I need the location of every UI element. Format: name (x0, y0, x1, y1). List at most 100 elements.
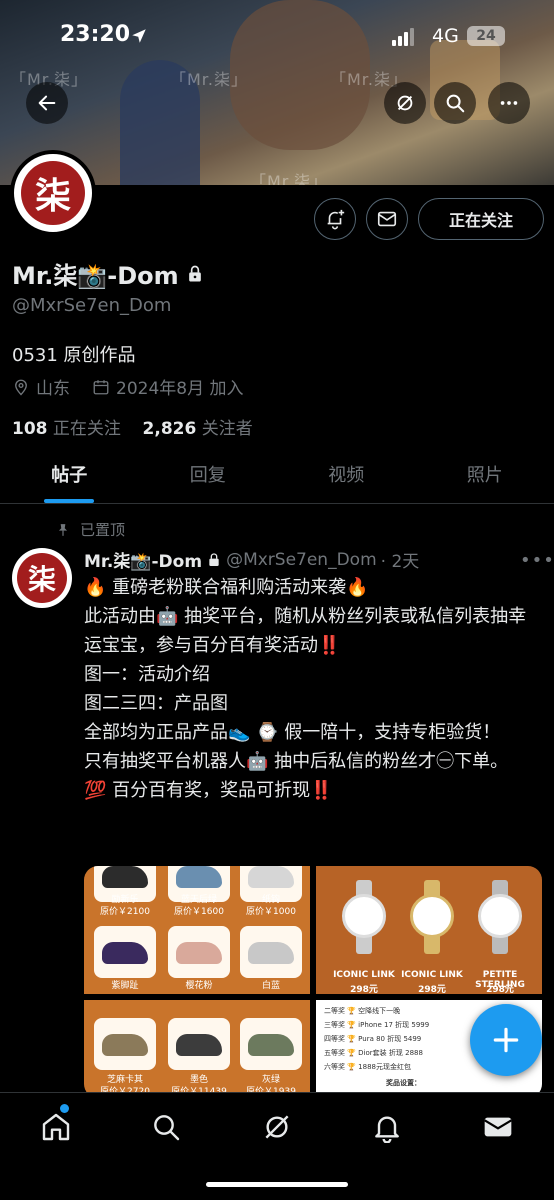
watch-price: 298元 (350, 985, 378, 995)
post-author-name[interactable]: Mr.柒📸-Dom (84, 547, 202, 572)
following-button[interactable]: 正在关注 (418, 198, 544, 240)
shoe-image (168, 1018, 230, 1070)
profile-joined: 2024年8月 加入 (116, 379, 244, 399)
media-image-watches[interactable]: ICONIC LINK ICONIC LINK PETITE STERLING … (316, 866, 542, 995)
status-time: 23:20 (60, 22, 131, 47)
message-button[interactable] (366, 198, 408, 240)
nav-search[interactable] (150, 1111, 182, 1143)
prize-heading: 奖品设置： (386, 1079, 421, 1087)
post-avatar-seal: 柒 (17, 553, 67, 603)
display-name-row: Mr.柒📸-Dom (12, 256, 205, 291)
post-media-grid: 励新乐 蓝天后绿 纸钩 原价￥2100 原价￥1600 原价￥1000 紫脚趾 … (84, 866, 542, 1098)
profile-meta: 山东 2024年8月 加入 (12, 374, 243, 399)
watch-label: ICONIC LINK (401, 970, 463, 980)
watch-image (478, 880, 522, 954)
watch-image (410, 880, 454, 954)
bell-icon (375, 1116, 399, 1144)
nav-home[interactable] (40, 1111, 72, 1143)
post-line: 🔥 重磅老粉联合福利购活动来袭🔥 (84, 577, 369, 598)
tab-posts[interactable]: 帖子 (0, 450, 139, 503)
shoe-image (94, 926, 156, 978)
avatar-seal: 柒 (21, 161, 85, 225)
post-body: 🔥 重磅老粉联合福利购活动来袭🔥 此活动由🤖 抽奖平台，随机从粉丝列表或私信列表… (84, 573, 536, 805)
plus-icon (493, 1027, 519, 1053)
followers-link[interactable]: 2,826 关注者 (143, 419, 253, 439)
back-arrow-icon (38, 95, 56, 111)
pinned-label: 已置顶 (80, 521, 126, 539)
followers-count: 2,826 (142, 419, 197, 439)
banner-watermark: 「Mr.柒」 (250, 172, 329, 185)
post-author-handle: @MxrSe7en_Dom (226, 549, 377, 570)
post-more-button[interactable]: ••• (520, 550, 554, 571)
post-time: · 2天 (380, 552, 420, 572)
shoe-image (168, 926, 230, 978)
post-line: 只有抽奖平台机器人🤖 抽中后私信的粉丝才㊀下单。 (84, 751, 509, 772)
watch-label: ICONIC LINK (333, 970, 395, 980)
prize-line: 四等奖 🏆 Pura 80 折现 5499 (324, 1035, 422, 1043)
pin-icon (58, 523, 68, 536)
post-line: 全部均为正品产品👟 ⌚ 假一陪十，支持专柜验货！ (84, 722, 501, 743)
display-name: Mr.柒📸-Dom (12, 262, 179, 290)
media-image-shoes-1[interactable]: 励新乐 蓝天后绿 纸钩 原价￥2100 原价￥1600 原价￥1000 紫脚趾 … (84, 866, 310, 994)
grok-button[interactable] (384, 82, 426, 124)
prize-line: 五等奖 🏆 Dior套装 折现 2888 (324, 1049, 423, 1057)
nav-messages[interactable] (482, 1111, 514, 1143)
home-icon (42, 1113, 70, 1141)
tab-videos[interactable]: 视频 (277, 450, 416, 503)
following-count: 108 (12, 419, 48, 439)
search-icon (154, 1115, 180, 1141)
watch-price: 298元 (418, 985, 446, 995)
grok-icon (265, 1115, 289, 1139)
post-line: 此活动由🤖 抽奖平台，随机从粉丝列表或私信列表抽幸运宝宝，参与百分百有奖活动‼️ (84, 606, 527, 656)
calendar-icon (93, 379, 109, 394)
post-header: Mr.柒📸-Dom @MxrSe7en_Dom · 2天 (84, 547, 420, 573)
shoe-price: 原价￥2100 (100, 907, 150, 917)
post-line: 图二三四：产品图 (84, 693, 228, 714)
profile-bio: 0531 原创作品 (12, 345, 136, 366)
grok-icon (397, 95, 413, 111)
compose-post-button[interactable] (470, 1004, 542, 1076)
home-unread-dot (60, 1104, 69, 1113)
tab-photos[interactable]: 照片 (416, 450, 554, 503)
prize-line: 三等奖 🏆 iPhone 17 折现 5999 (324, 1021, 430, 1029)
following-link[interactable]: 108 正在关注 (12, 419, 121, 439)
tab-replies[interactable]: 回复 (139, 450, 278, 503)
network-type: 4G (432, 25, 459, 47)
shoe-label: 樱花粉 (185, 981, 213, 991)
followers-label: 关注者 (201, 419, 253, 439)
envelope-icon (484, 1117, 512, 1137)
back-button[interactable] (26, 82, 68, 124)
profile-avatar[interactable]: 柒 (10, 150, 96, 236)
search-icon (446, 94, 465, 113)
watch-image (342, 880, 386, 954)
post-line: 💯 百分百有奖，奖品可折现‼️ (84, 780, 333, 801)
profile-handle: @MxrSe7en_Dom (12, 295, 172, 316)
lock-icon (188, 265, 201, 281)
status-bar: 23:20 4G 24 (0, 0, 554, 72)
shoe-image (94, 1018, 156, 1070)
shoe-image (240, 1018, 302, 1070)
notification-subscribe-button[interactable] (314, 198, 356, 240)
more-options-button[interactable] (488, 82, 530, 124)
nav-grok[interactable] (261, 1111, 293, 1143)
nav-notifications[interactable] (371, 1111, 403, 1144)
shoe-label: 白蓝 (261, 981, 280, 991)
post-author-avatar[interactable]: 柒 (12, 548, 72, 608)
profile-tabs: 帖子 回复 视频 照片 (0, 450, 554, 504)
media-image-shoes-2[interactable]: 芝麻卡其 墨色 灰绿 原价￥2720 原价￥11439 原价￥1939 (84, 1000, 310, 1098)
shoe-price: 原价￥1600 (174, 907, 224, 917)
shoe-label: 紫脚趾 (111, 981, 139, 991)
follow-counts: 108 正在关注 2,826 关注者 (12, 414, 253, 439)
prize-line: 六等奖 🏆 1888元现金红包 (324, 1063, 411, 1071)
lock-icon (209, 552, 219, 566)
home-indicator (206, 1182, 348, 1187)
more-horizontal-icon (500, 101, 518, 105)
watch-price: 298元 (486, 985, 514, 995)
shoe-price: 原价￥1000 (246, 907, 296, 917)
search-button[interactable] (434, 82, 476, 124)
location-pin-icon (15, 379, 27, 395)
bell-plus-icon (327, 209, 345, 230)
post-line: 图一：活动介绍 (84, 664, 210, 685)
prize-line: 二等奖 🏆 空降线下一晚 (324, 1007, 401, 1015)
profile-location: 山东 (36, 379, 70, 399)
